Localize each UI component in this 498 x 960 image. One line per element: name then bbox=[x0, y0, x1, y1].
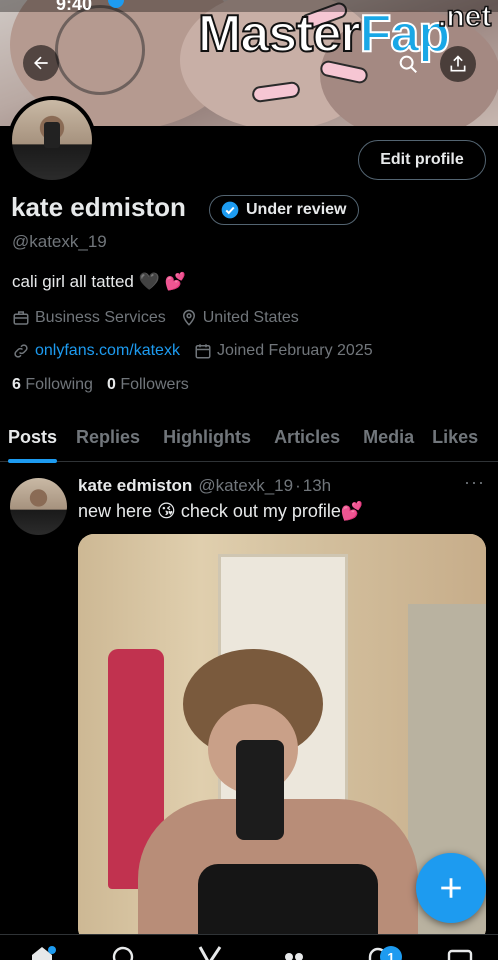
followers-label: Followers bbox=[120, 376, 189, 393]
following-label: Following bbox=[25, 376, 93, 393]
tab-replies[interactable]: Replies bbox=[76, 412, 140, 462]
following-count: 6 bbox=[12, 376, 21, 393]
post-separator: · bbox=[295, 476, 301, 495]
watermark-master: Master bbox=[197, 5, 362, 63]
profile-name: kate edmiston bbox=[11, 192, 186, 222]
post-more-button[interactable]: ··· bbox=[464, 472, 485, 493]
search-button[interactable] bbox=[390, 46, 426, 82]
watermark-net: .net bbox=[437, 0, 492, 34]
tab-likes[interactable]: Likes bbox=[432, 412, 478, 462]
tab-posts[interactable]: Posts bbox=[8, 412, 58, 463]
post-header: kate edmiston @katexk_19 · 13h bbox=[78, 476, 331, 496]
edit-profile-button[interactable]: Edit profile bbox=[358, 140, 486, 180]
avatar-phone-shape bbox=[44, 122, 60, 148]
post-author-name[interactable]: kate edmiston bbox=[78, 476, 192, 496]
compose-button[interactable] bbox=[416, 853, 486, 923]
profile-avatar[interactable] bbox=[8, 96, 96, 184]
post-author-handle[interactable]: @katexk_19 bbox=[198, 476, 293, 496]
link-label[interactable]: onlyfans.com/katexk bbox=[35, 342, 180, 360]
tab-highlights[interactable]: Highlights bbox=[163, 412, 251, 462]
post-text: new here 😘 check out my profile💕 bbox=[78, 501, 364, 521]
tab-articles[interactable]: Articles bbox=[274, 412, 340, 462]
messages-icon[interactable] bbox=[446, 945, 474, 960]
profile-joined: Joined February 2025 bbox=[194, 342, 373, 360]
profile-tabs: Posts Replies Highlights Articles Media … bbox=[0, 412, 498, 463]
back-arrow-icon bbox=[34, 56, 48, 70]
home-unread-dot bbox=[48, 946, 56, 954]
link-icon bbox=[14, 344, 28, 358]
grok-icon[interactable] bbox=[196, 945, 224, 960]
post-time: 13h bbox=[302, 476, 332, 495]
badge-label: Under review bbox=[246, 201, 347, 218]
tab-media[interactable]: Media bbox=[363, 412, 414, 462]
location-label: United States bbox=[202, 309, 299, 326]
back-button[interactable] bbox=[23, 45, 59, 81]
share-icon bbox=[450, 55, 466, 72]
joined-label: Joined February 2025 bbox=[216, 342, 373, 359]
post-author-avatar[interactable] bbox=[10, 478, 67, 535]
communities-icon[interactable] bbox=[280, 945, 308, 960]
profile-meta-row: Business Services United States bbox=[12, 307, 313, 329]
profile-location: United States bbox=[180, 309, 299, 327]
banner-tattoo-shape bbox=[55, 5, 145, 95]
follow-stats: 6 Following 0 Followers bbox=[12, 376, 189, 394]
location-pin-icon bbox=[182, 309, 195, 326]
calendar-icon bbox=[195, 344, 211, 359]
explore-icon[interactable] bbox=[110, 945, 138, 960]
following-link[interactable]: 6 Following bbox=[12, 376, 93, 394]
bottom-navigation bbox=[0, 934, 498, 960]
search-icon bbox=[399, 55, 417, 73]
followers-count: 0 bbox=[106, 376, 116, 393]
image-clothing-shape bbox=[198, 864, 378, 944]
profile-handle: @katexk_19 bbox=[12, 232, 107, 251]
plus-icon bbox=[441, 878, 461, 898]
under-review-badge[interactable]: Under review bbox=[209, 195, 360, 225]
status-time: 9:40 bbox=[56, 0, 93, 14]
followers-link[interactable]: 0 Followers bbox=[107, 376, 189, 394]
image-phone-shape bbox=[236, 740, 284, 840]
profile-category: Business Services bbox=[12, 309, 166, 327]
profile-bio: cali girl all tatted 🖤 💕 bbox=[12, 272, 186, 291]
category-label: Business Services bbox=[35, 309, 166, 326]
profile-link[interactable]: onlyfans.com/katexk bbox=[12, 342, 180, 360]
share-button[interactable] bbox=[440, 46, 476, 82]
profile-meta-row: onlyfans.com/katexk Joined February 2025 bbox=[12, 340, 387, 362]
verified-badge-icon bbox=[221, 201, 239, 219]
briefcase-icon bbox=[13, 311, 29, 325]
